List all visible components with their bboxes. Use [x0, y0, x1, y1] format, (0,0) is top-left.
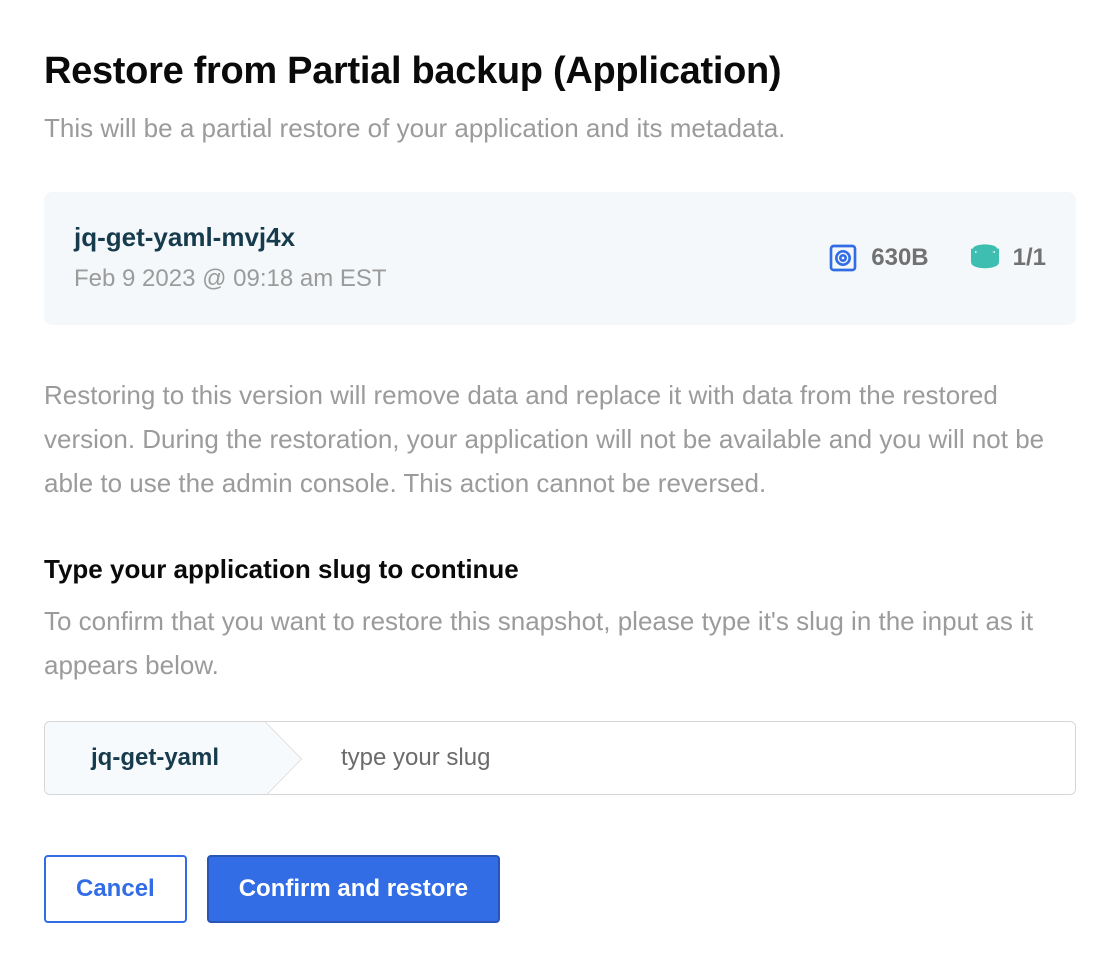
- backup-timestamp: Feb 9 2023 @ 09:18 am EST: [74, 265, 387, 293]
- page-title: Restore from Partial backup (Application…: [44, 50, 1076, 93]
- slug-label-wrap: jq-get-yaml: [45, 722, 265, 794]
- backup-size-value: 630B: [871, 244, 928, 272]
- backup-card: jq-get-yaml-mvj4x Feb 9 2023 @ 09:18 am …: [44, 192, 1076, 325]
- backup-name: jq-get-yaml-mvj4x: [74, 222, 387, 253]
- confirm-button[interactable]: Confirm and restore: [207, 855, 500, 923]
- confirm-instruction: To confirm that you want to restore this…: [44, 599, 1076, 687]
- backup-volumes-value: 1/1: [1013, 244, 1046, 272]
- page-subtitle: This will be a partial restore of your a…: [44, 113, 1076, 144]
- arrow-icon: [265, 722, 301, 795]
- restore-warning: Restoring to this version will remove da…: [44, 373, 1076, 506]
- slug-label: jq-get-yaml: [91, 744, 219, 772]
- processor-icon: [827, 242, 859, 274]
- confirm-title: Type your application slug to continue: [44, 554, 1076, 585]
- backup-volumes-stat: 1/1: [969, 242, 1046, 274]
- action-row: Cancel Confirm and restore: [44, 855, 1076, 923]
- database-icon: [969, 242, 1001, 274]
- slug-input[interactable]: [265, 722, 1075, 794]
- backup-size-stat: 630B: [827, 242, 928, 274]
- cancel-button[interactable]: Cancel: [44, 855, 187, 923]
- slug-row: jq-get-yaml: [44, 721, 1076, 795]
